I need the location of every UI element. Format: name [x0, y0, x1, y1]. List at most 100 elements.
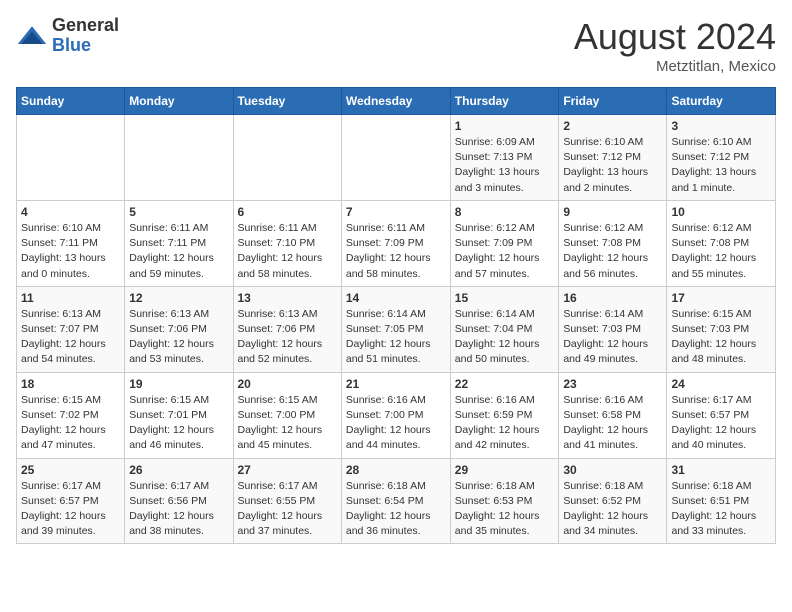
- week-row-5: 25 Sunrise: 6:17 AM Sunset: 6:57 PM Dayli…: [17, 458, 776, 544]
- day-number: 20: [238, 377, 337, 391]
- day-info: Sunrise: 6:15 AM Sunset: 7:03 PM Dayligh…: [671, 307, 771, 368]
- day-number: 24: [671, 377, 771, 391]
- day-number: 28: [346, 463, 446, 477]
- day-number: 21: [346, 377, 446, 391]
- day-cell: 17 Sunrise: 6:15 AM Sunset: 7:03 PM Dayli…: [667, 286, 776, 372]
- day-number: 27: [238, 463, 337, 477]
- day-number: 5: [129, 205, 228, 219]
- day-info: Sunrise: 6:18 AM Sunset: 6:51 PM Dayligh…: [671, 479, 771, 540]
- day-cell: 13 Sunrise: 6:13 AM Sunset: 7:06 PM Dayli…: [233, 286, 341, 372]
- logo: General Blue: [16, 16, 119, 56]
- day-number: 10: [671, 205, 771, 219]
- day-info: Sunrise: 6:18 AM Sunset: 6:54 PM Dayligh…: [346, 479, 446, 540]
- day-number: 17: [671, 291, 771, 305]
- day-cell: [17, 115, 125, 201]
- day-number: 23: [563, 377, 662, 391]
- day-number: 4: [21, 205, 120, 219]
- day-number: 13: [238, 291, 337, 305]
- day-info: Sunrise: 6:12 AM Sunset: 7:08 PM Dayligh…: [563, 221, 662, 282]
- day-cell: 15 Sunrise: 6:14 AM Sunset: 7:04 PM Dayli…: [450, 286, 559, 372]
- day-cell: 28 Sunrise: 6:18 AM Sunset: 6:54 PM Dayli…: [341, 458, 450, 544]
- day-cell: 31 Sunrise: 6:18 AM Sunset: 6:51 PM Dayli…: [667, 458, 776, 544]
- day-cell: 14 Sunrise: 6:14 AM Sunset: 7:05 PM Dayli…: [341, 286, 450, 372]
- day-number: 9: [563, 205, 662, 219]
- week-row-3: 11Sunrise: 6:13 AM Sunset: 7:07 PM Dayli…: [17, 286, 776, 372]
- week-row-4: 18Sunrise: 6:15 AM Sunset: 7:02 PM Dayli…: [17, 372, 776, 458]
- day-cell: 21Sunrise: 6:16 AM Sunset: 7:00 PM Dayli…: [341, 372, 450, 458]
- day-info: Sunrise: 6:14 AM Sunset: 7:05 PM Dayligh…: [346, 307, 446, 368]
- day-cell: 12Sunrise: 6:13 AM Sunset: 7:06 PM Dayli…: [125, 286, 233, 372]
- day-cell: 2Sunrise: 6:10 AM Sunset: 7:12 PM Daylig…: [559, 115, 667, 201]
- day-info: Sunrise: 6:11 AM Sunset: 7:09 PM Dayligh…: [346, 221, 446, 282]
- day-number: 25: [21, 463, 120, 477]
- day-info: Sunrise: 6:11 AM Sunset: 7:11 PM Dayligh…: [129, 221, 228, 282]
- day-cell: 3 Sunrise: 6:10 AM Sunset: 7:12 PM Daylig…: [667, 115, 776, 201]
- day-info: Sunrise: 6:09 AM Sunset: 7:13 PM Dayligh…: [455, 135, 555, 196]
- day-number: 14: [346, 291, 446, 305]
- day-cell: 22Sunrise: 6:16 AM Sunset: 6:59 PM Dayli…: [450, 372, 559, 458]
- day-cell: 7 Sunrise: 6:11 AM Sunset: 7:09 PM Daylig…: [341, 200, 450, 286]
- logo-blue: Blue: [52, 36, 119, 56]
- day-info: Sunrise: 6:18 AM Sunset: 6:52 PM Dayligh…: [563, 479, 662, 540]
- day-info: Sunrise: 6:17 AM Sunset: 6:55 PM Dayligh…: [238, 479, 337, 540]
- day-cell: 5 Sunrise: 6:11 AM Sunset: 7:11 PM Daylig…: [125, 200, 233, 286]
- logo-text: General Blue: [52, 16, 119, 56]
- day-number: 2: [563, 119, 662, 133]
- day-cell: 24 Sunrise: 6:17 AM Sunset: 6:57 PM Dayli…: [667, 372, 776, 458]
- weekday-header-saturday: Saturday: [667, 88, 776, 115]
- logo-icon: [16, 22, 48, 50]
- day-number: 19: [129, 377, 228, 391]
- day-cell: 23 Sunrise: 6:16 AM Sunset: 6:58 PM Dayli…: [559, 372, 667, 458]
- day-number: 15: [455, 291, 555, 305]
- day-cell: 30 Sunrise: 6:18 AM Sunset: 6:52 PM Dayli…: [559, 458, 667, 544]
- day-info: Sunrise: 6:12 AM Sunset: 7:09 PM Dayligh…: [455, 221, 555, 282]
- day-info: Sunrise: 6:16 AM Sunset: 6:59 PM Dayligh…: [455, 393, 555, 454]
- day-cell: 19 Sunrise: 6:15 AM Sunset: 7:01 PM Dayli…: [125, 372, 233, 458]
- day-info: Sunrise: 6:13 AM Sunset: 7:06 PM Dayligh…: [129, 307, 228, 368]
- day-number: 1: [455, 119, 555, 133]
- day-number: 29: [455, 463, 555, 477]
- day-info: Sunrise: 6:10 AM Sunset: 7:12 PM Dayligh…: [671, 135, 771, 196]
- day-info: Sunrise: 6:14 AM Sunset: 7:04 PM Dayligh…: [455, 307, 555, 368]
- logo-general: General: [52, 16, 119, 36]
- day-number: 8: [455, 205, 555, 219]
- weekday-header-wednesday: Wednesday: [341, 88, 450, 115]
- day-cell: 27 Sunrise: 6:17 AM Sunset: 6:55 PM Dayli…: [233, 458, 341, 544]
- day-info: Sunrise: 6:15 AM Sunset: 7:01 PM Dayligh…: [129, 393, 228, 454]
- day-info: Sunrise: 6:18 AM Sunset: 6:53 PM Dayligh…: [455, 479, 555, 540]
- day-cell: 16 Sunrise: 6:14 AM Sunset: 7:03 PM Dayli…: [559, 286, 667, 372]
- day-number: 11: [21, 291, 120, 305]
- month-title: August 2024: [574, 16, 776, 58]
- day-info: Sunrise: 6:10 AM Sunset: 7:11 PM Dayligh…: [21, 221, 120, 282]
- day-cell: [341, 115, 450, 201]
- day-cell: 1 Sunrise: 6:09 AM Sunset: 7:13 PM Daylig…: [450, 115, 559, 201]
- weekday-header-sunday: Sunday: [17, 88, 125, 115]
- week-row-1: 1 Sunrise: 6:09 AM Sunset: 7:13 PM Daylig…: [17, 115, 776, 201]
- day-cell: [125, 115, 233, 201]
- day-number: 26: [129, 463, 228, 477]
- day-cell: 9 Sunrise: 6:12 AM Sunset: 7:08 PM Daylig…: [559, 200, 667, 286]
- day-number: 7: [346, 205, 446, 219]
- day-info: Sunrise: 6:17 AM Sunset: 6:57 PM Dayligh…: [671, 393, 771, 454]
- day-number: 16: [563, 291, 662, 305]
- day-number: 3: [671, 119, 771, 133]
- day-cell: 11Sunrise: 6:13 AM Sunset: 7:07 PM Dayli…: [17, 286, 125, 372]
- day-cell: 6Sunrise: 6:11 AM Sunset: 7:10 PM Daylig…: [233, 200, 341, 286]
- day-cell: 4 Sunrise: 6:10 AM Sunset: 7:11 PM Daylig…: [17, 200, 125, 286]
- location: Metztitlan, Mexico: [574, 58, 776, 75]
- day-info: Sunrise: 6:15 AM Sunset: 7:00 PM Dayligh…: [238, 393, 337, 454]
- day-info: Sunrise: 6:17 AM Sunset: 6:56 PM Dayligh…: [129, 479, 228, 540]
- page-header: General Blue August 2024 Metztitlan, Mex…: [16, 16, 776, 75]
- day-info: Sunrise: 6:16 AM Sunset: 6:58 PM Dayligh…: [563, 393, 662, 454]
- calendar-table: SundayMondayTuesdayWednesdayThursdayFrid…: [16, 87, 776, 544]
- day-cell: 29 Sunrise: 6:18 AM Sunset: 6:53 PM Dayli…: [450, 458, 559, 544]
- day-number: 31: [671, 463, 771, 477]
- weekday-header-monday: Monday: [125, 88, 233, 115]
- day-cell: 8 Sunrise: 6:12 AM Sunset: 7:09 PM Daylig…: [450, 200, 559, 286]
- week-row-2: 4 Sunrise: 6:10 AM Sunset: 7:11 PM Daylig…: [17, 200, 776, 286]
- day-info: Sunrise: 6:17 AM Sunset: 6:57 PM Dayligh…: [21, 479, 120, 540]
- day-info: Sunrise: 6:14 AM Sunset: 7:03 PM Dayligh…: [563, 307, 662, 368]
- day-info: Sunrise: 6:13 AM Sunset: 7:06 PM Dayligh…: [238, 307, 337, 368]
- day-cell: [233, 115, 341, 201]
- day-number: 30: [563, 463, 662, 477]
